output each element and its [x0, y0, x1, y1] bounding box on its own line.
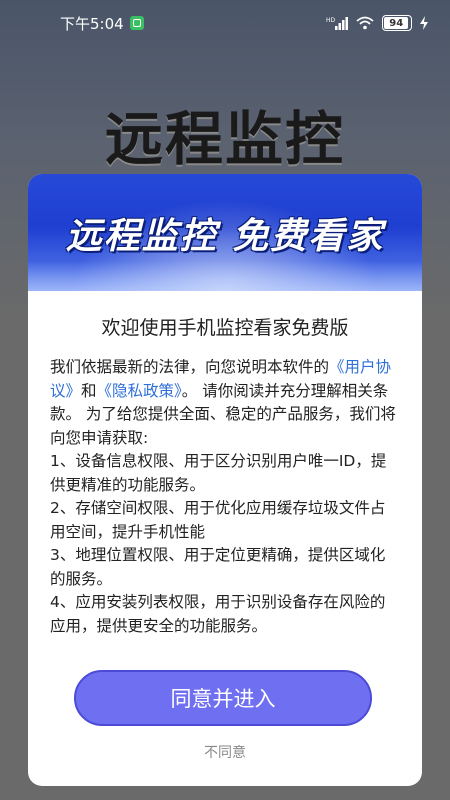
dialog-title: 欢迎使用手机监控看家免费版: [101, 317, 349, 339]
status-bar: 下午5:04 HD 94: [0, 0, 450, 46]
background-title: 远程监控: [104, 105, 345, 173]
dialog-banner: 远程监控 免费看家: [28, 174, 422, 291]
permission-item-location: 3、地理位置权限、用于定位更精确，提供区域化的服务。: [50, 546, 386, 588]
status-right: HD 94: [326, 15, 428, 31]
cellular-signal-icon: HD: [326, 17, 348, 30]
privacy-policy-link[interactable]: 《隐私政策》: [97, 382, 182, 400]
app-notification-icon: [129, 16, 144, 30]
battery-icon: 94: [382, 15, 412, 31]
agree-button[interactable]: 同意并进入: [74, 670, 372, 726]
permission-item-device: 1、设备信息权限、用于区分识别用户唯一ID，提供更精准的功能服务。: [50, 452, 387, 494]
privacy-dialog: 远程监控 免费看家 欢迎使用手机监控看家免费版 我们依据最新的法律，向您说明本软…: [28, 174, 422, 786]
svg-text:HD: HD: [326, 17, 336, 24]
charging-icon: [420, 16, 428, 30]
disagree-button[interactable]: 不同意: [28, 742, 422, 762]
battery-level: 94: [384, 17, 409, 29]
wifi-icon: [356, 16, 374, 30]
dialog-body: 我们依据最新的法律，向您说明本软件的《用户协议》和《隐私政策》。 请你阅读并充分…: [50, 356, 400, 638]
status-time: 下午5:04: [60, 14, 124, 33]
status-left: 下午5:04: [60, 13, 144, 34]
permission-item-app-list: 4、应用安装列表权限，用于识别设备存在风险的应用，提供更安全的功能服务。: [50, 593, 386, 635]
banner-text: 远程监控 免费看家: [65, 215, 385, 257]
intro-prefix: 我们依据最新的法律，向您说明本软件的: [50, 358, 330, 376]
permission-item-storage: 2、存储空间权限、用于优化应用缓存垃圾文件占用空间，提升手机性能: [50, 499, 386, 541]
intro-and: 和: [81, 381, 97, 400]
